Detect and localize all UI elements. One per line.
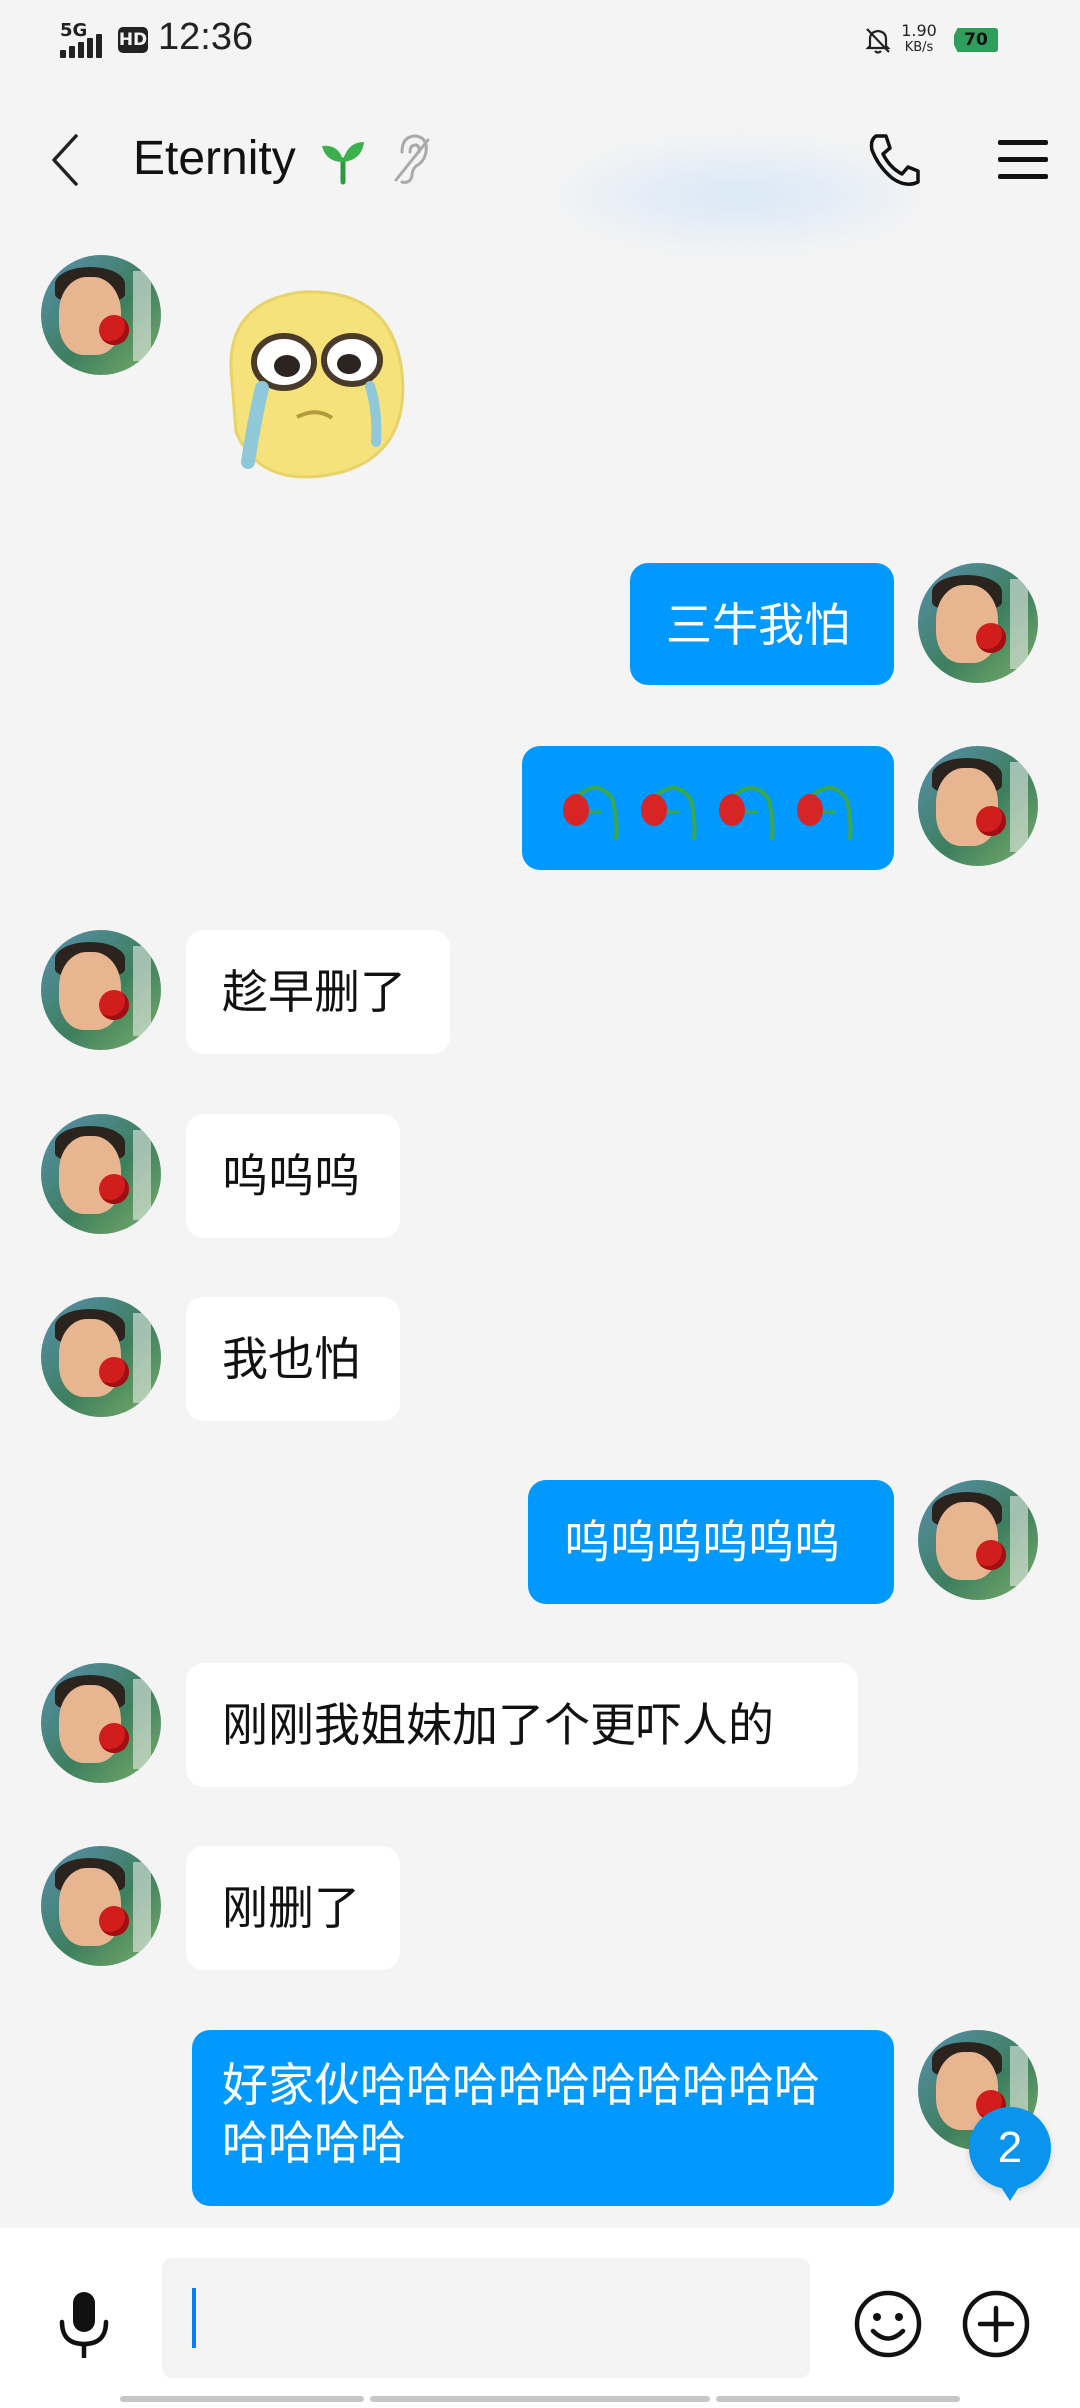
speed-value: 1.90: [901, 21, 937, 40]
wilted-rose-icon: [797, 786, 853, 841]
message-text: 好家伙哈哈哈哈哈哈哈哈哈哈哈哈哈哈: [222, 2058, 820, 2170]
message-bubble-outgoing[interactable]: [522, 746, 894, 870]
message-text: 刚刚我姐妹加了个更吓人的: [222, 1698, 774, 1752]
message-bubble-outgoing[interactable]: 三牛我怕: [630, 563, 894, 685]
crying-face-sticker[interactable]: [192, 262, 432, 502]
emoji-icon[interactable]: [852, 2288, 924, 2360]
contact-avatar[interactable]: [41, 930, 161, 1050]
message-text: 三牛我怕: [666, 598, 850, 652]
contact-avatar[interactable]: [41, 1297, 161, 1417]
message-bubble-outgoing[interactable]: 好家伙哈哈哈哈哈哈哈哈哈哈哈哈哈哈: [192, 2030, 894, 2206]
battery-icon: 70: [954, 28, 998, 52]
signal-icon: 5G: [60, 20, 112, 58]
wilted-rose-icon: [563, 786, 619, 841]
message-text: 我也怕: [222, 1332, 360, 1386]
message-bubble-incoming[interactable]: 我也怕: [186, 1297, 400, 1421]
text-caret: [192, 2288, 196, 2348]
wilted-rose-icon: [719, 786, 775, 841]
contact-name[interactable]: Eternity: [133, 128, 296, 190]
menu-icon[interactable]: [996, 136, 1050, 184]
hd-badge: HD: [118, 27, 148, 53]
my-avatar[interactable]: [918, 1480, 1038, 1600]
contact-avatar[interactable]: [41, 1846, 161, 1966]
ear-icon[interactable]: [392, 132, 432, 186]
contact-avatar[interactable]: [41, 1114, 161, 1234]
message-bubble-incoming[interactable]: 呜呜呜: [186, 1114, 400, 1238]
my-avatar[interactable]: [918, 746, 1038, 866]
rose-emoji-row: [522, 746, 894, 870]
wilted-rose-icon: [641, 786, 697, 841]
back-icon[interactable]: [46, 130, 86, 190]
input-bar: [0, 2228, 1080, 2408]
message-bubble-incoming[interactable]: 刚刚我姐妹加了个更吓人的: [186, 1663, 858, 1787]
message-input[interactable]: [162, 2258, 810, 2378]
speed-unit: KB/s: [904, 40, 934, 55]
my-avatar[interactable]: [918, 563, 1038, 683]
contact-avatar[interactable]: [41, 255, 161, 375]
message-text: 呜呜呜呜呜呜: [564, 1515, 840, 1569]
network-speed: 1.90 KB/s: [898, 22, 940, 56]
message-text: 趁早删了: [222, 965, 406, 1019]
message-text: 刚删了: [222, 1881, 360, 1935]
message-bubble-outgoing[interactable]: 呜呜呜呜呜呜: [528, 1480, 894, 1604]
unread-count-badge[interactable]: 2: [969, 2107, 1051, 2201]
plus-icon[interactable]: [960, 2288, 1032, 2360]
phone-icon[interactable]: [866, 130, 922, 190]
chat-header: Eternity: [0, 100, 1080, 250]
nav-gesture-bar[interactable]: [120, 2396, 960, 2402]
message-bubble-incoming[interactable]: 趁早删了: [186, 930, 450, 1054]
mute-bell-icon: [865, 28, 891, 54]
mic-icon[interactable]: [54, 2288, 114, 2364]
status-bar: 5G HD 12:36 1.90 KB/s 70: [0, 0, 1080, 80]
contact-avatar[interactable]: [41, 1663, 161, 1783]
message-bubble-incoming[interactable]: 刚删了: [186, 1846, 400, 1970]
clock: 12:36: [158, 16, 254, 58]
sprout-icon: [322, 142, 364, 185]
battery-level: 70: [964, 30, 988, 50]
message-text: 呜呜呜: [222, 1149, 360, 1203]
chat-screen: 5G HD 12:36 1.90 KB/s 70 Eternity 三牛我怕 趁…: [0, 0, 1080, 2408]
